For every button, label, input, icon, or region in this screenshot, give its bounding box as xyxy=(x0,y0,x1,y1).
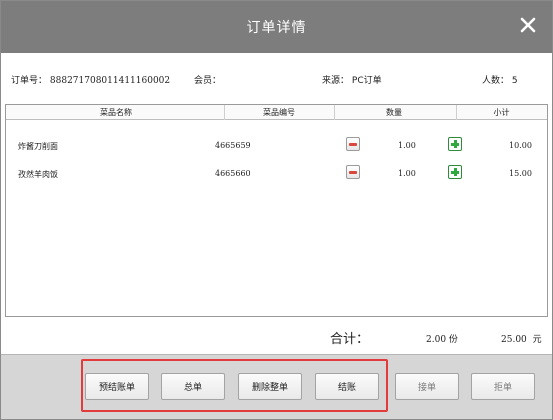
item-qty: 1.00 xyxy=(398,169,416,178)
total-label: 合计： xyxy=(330,332,370,347)
total-amount-unit: 元 xyxy=(532,335,542,345)
decrease-qty-button[interactable] xyxy=(346,137,360,151)
order-number: 订单号： 888271708011411160002 xyxy=(11,73,170,87)
order-detail-dialog: 订单详情 订单号： 888271708011411160002 会员： 来源： … xyxy=(0,0,553,420)
item-code: 4665660 xyxy=(215,169,251,178)
column-header-name: 菜品名称 xyxy=(100,108,132,117)
decrease-qty-button[interactable] xyxy=(346,165,360,179)
total-amount: 25.00 元 xyxy=(501,332,542,345)
total-qty-unit: 份 xyxy=(448,335,458,345)
source-value: PC订单 xyxy=(351,76,382,86)
total-qty-value: 2.00 xyxy=(426,335,447,345)
order-items-table: 菜品名称 菜品编号 数量 小计 炸酱刀削面 4665659 1.00 10.00… xyxy=(5,104,548,317)
item-code: 4665659 xyxy=(215,141,251,150)
source: 来源： PC订单 xyxy=(322,73,382,87)
total-amount-value: 25.00 xyxy=(501,335,527,345)
checkout-button[interactable]: 结账 xyxy=(315,373,379,400)
item-qty: 1.00 xyxy=(398,141,416,150)
table-header: 菜品名称 菜品编号 数量 小计 xyxy=(6,105,547,120)
item-name: 炸酱刀削面 xyxy=(18,142,58,151)
column-header-qty: 数量 xyxy=(386,108,402,117)
order-number-value: 888271708011411160002 xyxy=(49,76,171,86)
reject-order-button[interactable]: 拒单 xyxy=(471,373,535,400)
title-bar: 订单详情 xyxy=(1,1,552,53)
close-icon[interactable] xyxy=(517,14,539,36)
item-subtotal: 10.00 xyxy=(509,141,532,150)
accept-order-button[interactable]: 接单 xyxy=(395,373,459,400)
source-label: 来源： xyxy=(322,76,350,86)
total-qty: 2.00 份 xyxy=(426,332,458,345)
people-count: 人数： 5 xyxy=(482,73,518,87)
table-row[interactable]: 炸酱刀削面 4665659 1.00 10.00 xyxy=(6,132,547,162)
member-label: 会员： xyxy=(194,76,222,86)
people-count-label: 人数： xyxy=(482,76,510,86)
pre-settle-bill-button[interactable]: 预结账单 xyxy=(85,373,149,400)
increase-qty-button[interactable] xyxy=(448,165,462,179)
delete-order-button[interactable]: 删除整单 xyxy=(238,373,302,400)
table-row[interactable]: 孜然羊肉饭 4665660 1.00 15.00 xyxy=(6,160,547,190)
total-bill-button[interactable]: 总单 xyxy=(161,373,225,400)
item-subtotal: 15.00 xyxy=(509,169,532,178)
item-name: 孜然羊肉饭 xyxy=(18,170,58,179)
increase-qty-button[interactable] xyxy=(448,137,462,151)
member: 会员： xyxy=(194,73,221,87)
order-number-label: 订单号： xyxy=(11,76,48,86)
people-count-value: 5 xyxy=(511,76,518,86)
dialog-title: 订单详情 xyxy=(246,20,307,36)
column-header-subtotal: 小计 xyxy=(493,108,510,117)
column-header-code: 菜品编号 xyxy=(263,108,295,117)
